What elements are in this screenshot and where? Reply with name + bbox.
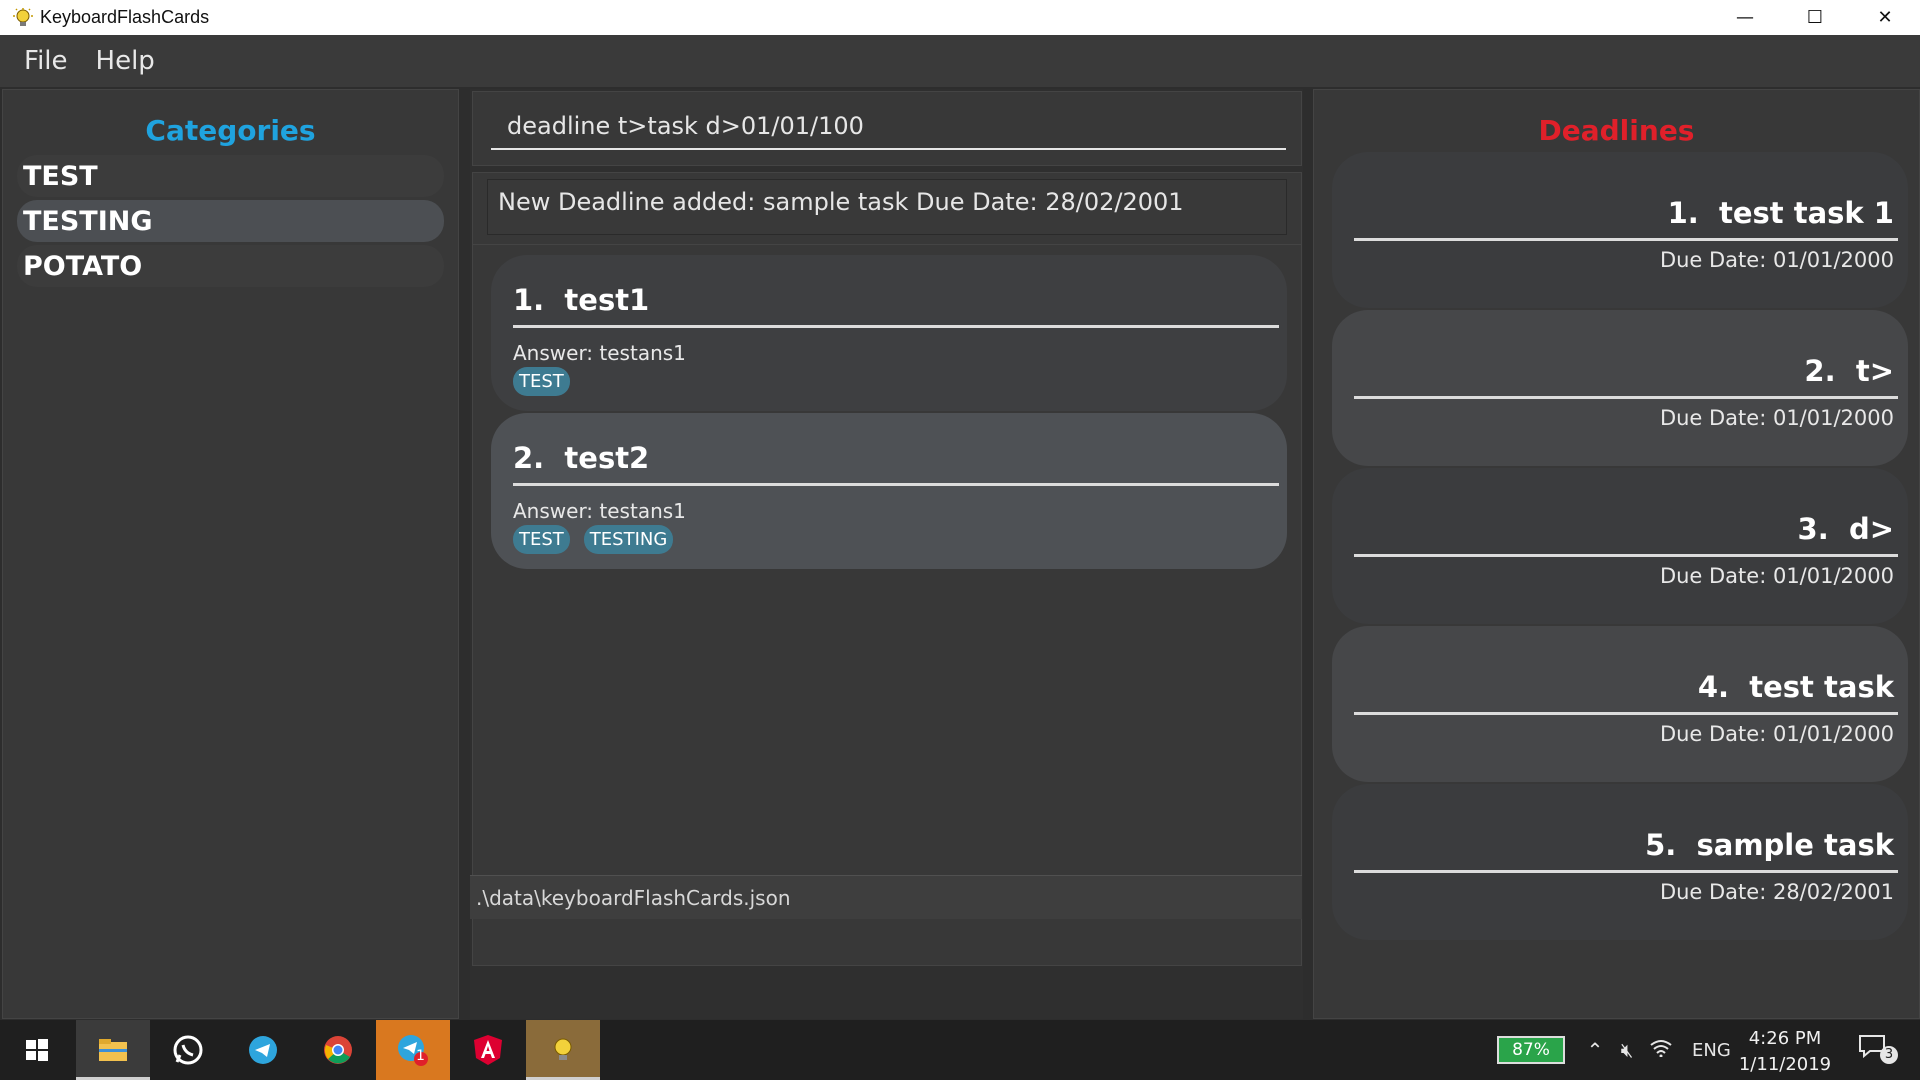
divider	[1354, 238, 1898, 241]
deadline-task: 4. test task	[1697, 670, 1894, 704]
divider	[1354, 712, 1898, 715]
divider	[1354, 396, 1898, 399]
flashcard-tags: TEST TESTING	[513, 525, 674, 554]
angular-icon[interactable]	[451, 1020, 525, 1080]
deadline-task: 1. test task 1	[1667, 196, 1894, 230]
telegram-icon[interactable]	[226, 1020, 300, 1080]
minimize-button[interactable]: —	[1710, 0, 1780, 35]
result-display: New Deadline added: sample task Due Date…	[487, 179, 1287, 235]
deadline-item[interactable]: 2. t> Due Date: 01/01/2000	[1332, 310, 1908, 466]
window-controls: — ☐ ✕	[1710, 0, 1920, 35]
clock-date: 1/11/2019	[1738, 1054, 1832, 1075]
deadline-due-date: Due Date: 28/02/2001	[1659, 880, 1894, 904]
battery-indicator[interactable]: 87%	[1497, 1036, 1565, 1064]
flashcard-question: 1. test1	[513, 283, 650, 317]
chevron-up-icon[interactable]: ⌃	[1580, 1038, 1610, 1062]
flashcard-item[interactable]: 2. test2 Answer: testans1 TEST TESTING	[491, 413, 1287, 569]
command-box	[472, 91, 1302, 166]
deadline-item[interactable]: 5. sample task Due Date: 28/02/2001	[1332, 784, 1908, 940]
divider	[1354, 870, 1898, 873]
category-item-testing[interactable]: TESTING	[17, 200, 444, 242]
window-title-bar: KeyboardFlashCards — ☐ ✕	[0, 0, 1920, 35]
lightbulb-icon	[12, 7, 34, 29]
chrome-icon[interactable]	[301, 1020, 375, 1080]
deadline-due-date: Due Date: 01/01/2000	[1659, 406, 1894, 430]
status-bar-path: .\data\keyboardFlashCards.json	[470, 875, 1302, 919]
keyboardflashcards-lightbulb-icon[interactable]	[526, 1020, 600, 1080]
volume-muted-icon[interactable]: 🔇︎	[1610, 1038, 1644, 1062]
flashcard-answer: Answer: testans1	[513, 341, 686, 365]
telegram-notify-icon[interactable]: 1	[376, 1020, 450, 1080]
deadline-item[interactable]: 4. test task Due Date: 01/01/2000	[1332, 626, 1908, 782]
telegram-badge-count: 1	[416, 1048, 425, 1064]
categories-panel: Categories TEST TESTING POTATO	[2, 89, 459, 1019]
system-tray: ⌃ 🔇︎ ENG	[1580, 1020, 1731, 1080]
flashcard-tags: TEST	[513, 367, 570, 396]
category-item-test[interactable]: TEST	[17, 155, 444, 197]
menu-help[interactable]: Help	[96, 46, 159, 76]
close-button[interactable]: ✕	[1850, 0, 1920, 35]
deadlines-panel: Deadlines 1. test task 1 Due Date: 01/01…	[1313, 89, 1920, 1019]
main-panel: New Deadline added: sample task Due Date…	[470, 89, 1303, 1019]
notification-center-icon[interactable]: 3	[1858, 1034, 1898, 1066]
categories-list: TEST TESTING POTATO	[3, 155, 458, 287]
divider	[513, 325, 1279, 328]
deadline-task: 2. t>	[1804, 354, 1894, 388]
clock-time: 4:26 PM	[1748, 1028, 1822, 1049]
wifi-icon[interactable]	[1644, 1039, 1678, 1062]
deadline-due-date: Due Date: 01/01/2000	[1659, 722, 1894, 746]
deadline-due-date: Due Date: 01/01/2000	[1659, 248, 1894, 272]
whatsapp-icon[interactable]	[151, 1020, 225, 1080]
tag-badge: TESTING	[583, 525, 674, 554]
notification-badge: 3	[1880, 1046, 1898, 1064]
deadline-item[interactable]: 3. d> Due Date: 01/01/2000	[1332, 468, 1908, 624]
command-input[interactable]	[491, 104, 1286, 150]
deadline-task: 3. d>	[1797, 512, 1894, 546]
divider	[1354, 554, 1898, 557]
deadline-due-date: Due Date: 01/01/2000	[1659, 564, 1894, 588]
deadline-task: 5. sample task	[1645, 828, 1894, 862]
deadline-item[interactable]: 1. test task 1 Due Date: 01/01/2000	[1332, 152, 1908, 308]
tag-badge: TEST	[513, 367, 570, 396]
file-explorer-icon[interactable]	[76, 1020, 150, 1080]
flashcard-list: 1. test1 Answer: testans1 TEST 2. test2 …	[472, 244, 1302, 966]
taskbar: 1 87% ⌃ 🔇︎ ENG 4:26 PM 1/11/2019 3	[0, 1020, 1920, 1080]
maximize-button[interactable]: ☐	[1780, 0, 1850, 35]
categories-title: Categories	[145, 114, 316, 147]
flashcard-answer: Answer: testans1	[513, 499, 686, 523]
menu-file[interactable]: File	[24, 46, 72, 76]
divider	[513, 483, 1279, 486]
tag-badge: TEST	[513, 525, 570, 554]
flashcard-item[interactable]: 1. test1 Answer: testans1 TEST	[491, 255, 1287, 411]
category-item-potato[interactable]: POTATO	[17, 245, 444, 287]
windows-start-icon[interactable]	[0, 1020, 74, 1080]
flashcard-question: 2. test2	[513, 441, 650, 475]
window-title: KeyboardFlashCards	[40, 7, 210, 27]
clock[interactable]: 4:26 PM 1/11/2019	[1720, 1026, 1850, 1078]
menu-bar: File Help	[0, 35, 1920, 87]
deadlines-title: Deadlines	[1538, 114, 1695, 147]
